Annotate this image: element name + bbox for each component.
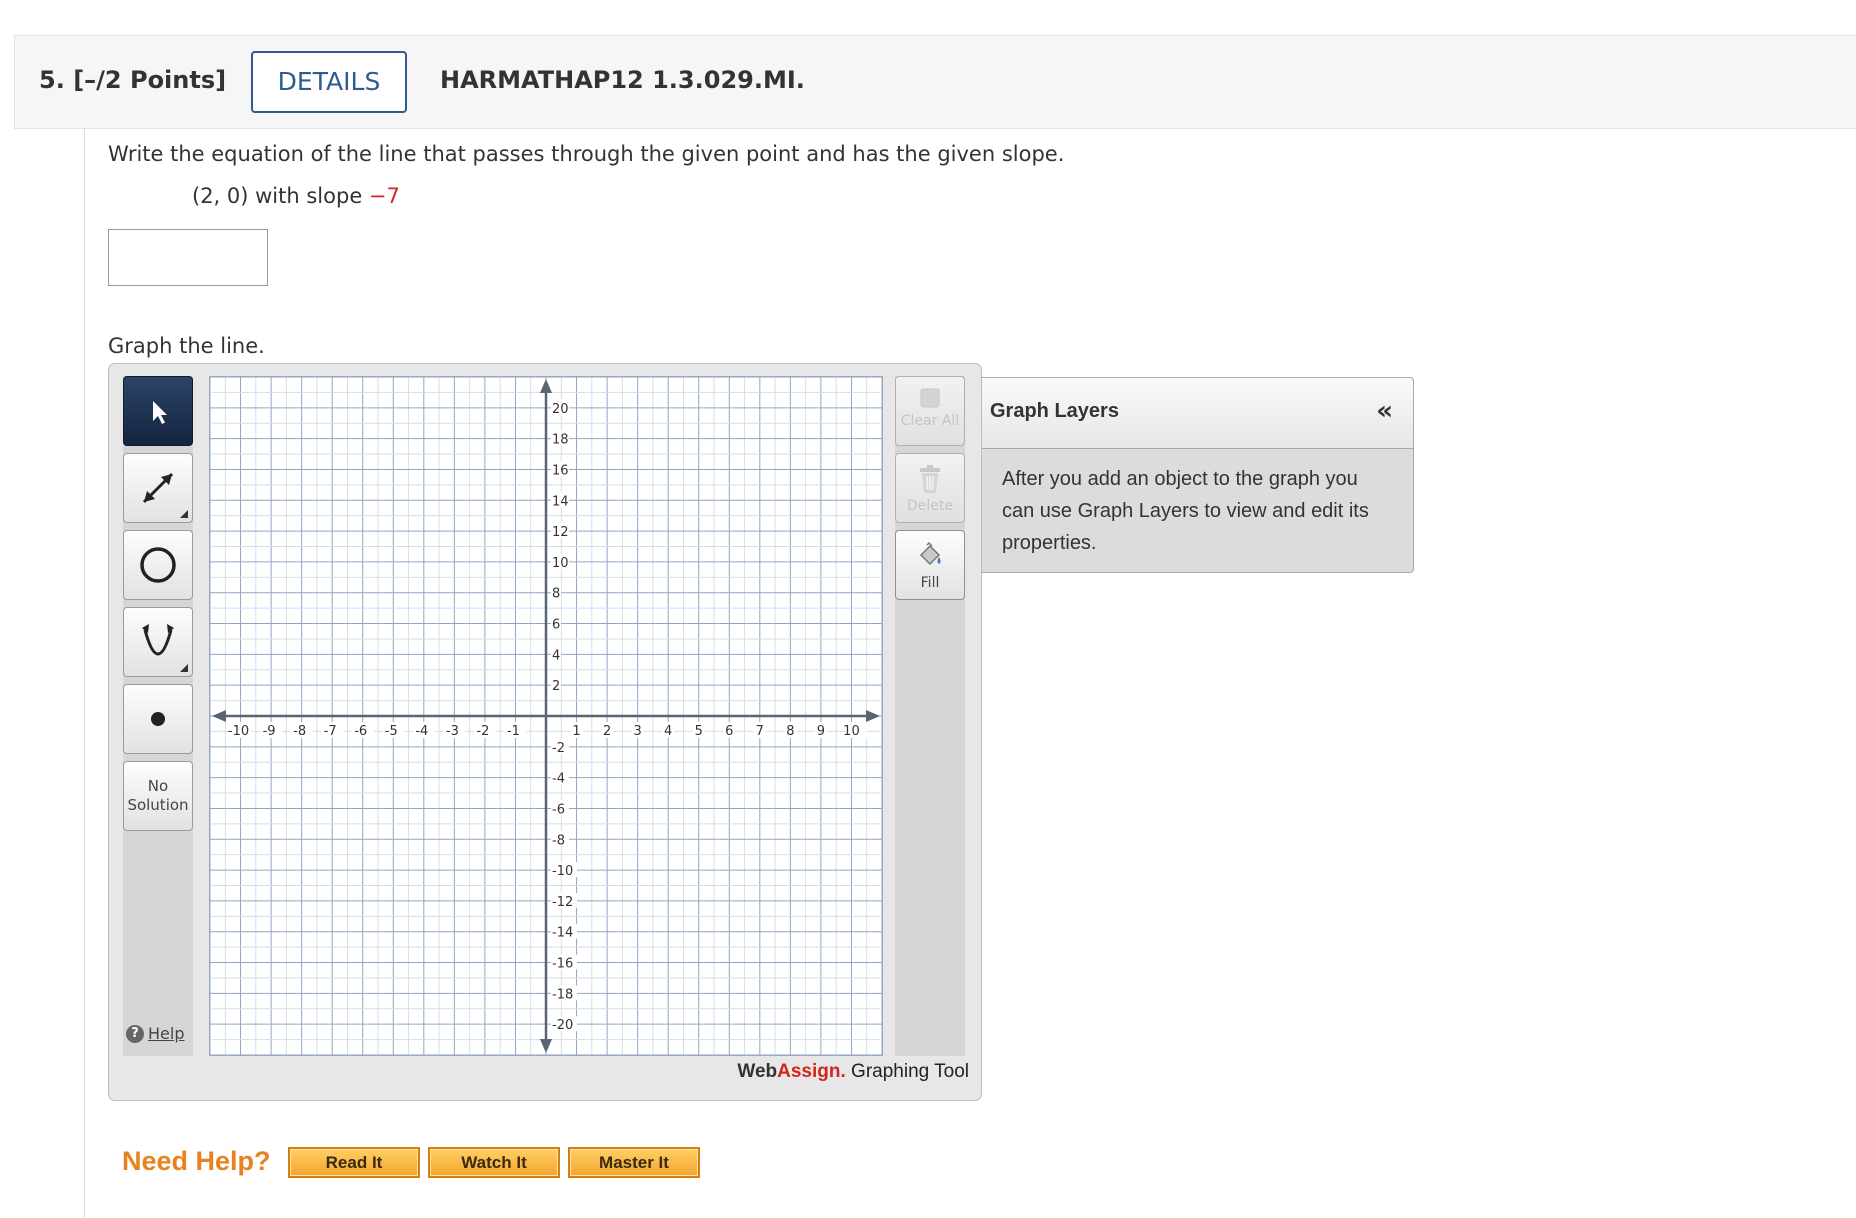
x-tick-label: 9 bbox=[817, 724, 825, 739]
x-tick-label: -10 bbox=[228, 724, 249, 739]
point-dot-icon bbox=[151, 712, 165, 726]
question-header: 5. [–/2 Points] DETAILS HARMATHAP12 1.3.… bbox=[14, 35, 1856, 129]
parabola-tool-button[interactable] bbox=[123, 607, 193, 677]
x-axis-arrow-right bbox=[866, 710, 880, 722]
need-help-label: Need Help? bbox=[122, 1146, 271, 1176]
y-tick-label: 4 bbox=[552, 648, 560, 663]
clear-all-button[interactable]: Clear All bbox=[895, 376, 965, 446]
y-tick-label: 20 bbox=[552, 402, 569, 417]
y-tick-label: -6 bbox=[552, 802, 565, 817]
y-tick-label: 12 bbox=[552, 525, 569, 540]
question-code: HARMATHAP12 1.3.029.MI. bbox=[440, 66, 805, 94]
watch-it-button[interactable]: Watch It bbox=[428, 1147, 560, 1178]
graph-layers-description: After you add an object to the graph you… bbox=[1002, 468, 1369, 554]
question-number: 5. [–/2 Points] bbox=[39, 66, 227, 94]
line-tool-button[interactable] bbox=[123, 453, 193, 523]
x-axis-arrow-left bbox=[212, 710, 226, 722]
clear-all-label: Clear All bbox=[900, 413, 960, 429]
graph-help-link[interactable]: ? Help bbox=[126, 1024, 184, 1043]
select-tool-button[interactable] bbox=[123, 376, 193, 446]
no-solution-label: No Solution bbox=[127, 777, 189, 814]
x-tick-label: -4 bbox=[415, 724, 428, 739]
x-tick-label: -5 bbox=[385, 724, 398, 739]
x-tick-label: -3 bbox=[446, 724, 459, 739]
help-link-label: Help bbox=[148, 1024, 185, 1043]
master-it-button[interactable]: Master It bbox=[568, 1147, 700, 1178]
x-tick-label: -1 bbox=[507, 724, 520, 739]
y-tick-label: -16 bbox=[552, 957, 573, 972]
y-tick-label: -4 bbox=[552, 772, 565, 787]
y-tick-label: 8 bbox=[552, 587, 560, 602]
points-label: [–/2 Points] bbox=[73, 66, 227, 94]
x-tick-label: 8 bbox=[786, 724, 794, 739]
no-solution-button[interactable]: No Solution bbox=[123, 761, 193, 831]
graph-layers-header: Graph Layers « bbox=[982, 378, 1413, 449]
y-axis-arrow-down bbox=[540, 1039, 552, 1053]
graphing-tool: No Solution ? Help -10 -9 -8 -7 -6 -5 -4 -3 -2 -1 1… bbox=[108, 363, 982, 1101]
x-tick-label: 1 bbox=[572, 724, 580, 739]
point-tool-button[interactable] bbox=[123, 684, 193, 754]
fill-bucket-icon bbox=[919, 541, 941, 566]
delete-label: Delete bbox=[907, 498, 953, 514]
graph-layers-panel: Graph Layers « After you add an object t… bbox=[982, 377, 1414, 573]
given-point-text: (2, 0) with slope −7 bbox=[192, 184, 400, 208]
help-question-icon: ? bbox=[126, 1024, 144, 1043]
x-tick-label: 3 bbox=[633, 724, 641, 739]
x-tick-label: 7 bbox=[756, 724, 764, 739]
fill-label: Fill bbox=[920, 575, 940, 591]
x-tick-label: -9 bbox=[263, 724, 276, 739]
x-tick-label: 6 bbox=[725, 724, 733, 739]
y-tick-label: 14 bbox=[552, 494, 569, 509]
fill-button[interactable]: Fill bbox=[895, 530, 965, 600]
x-tick-label: -2 bbox=[476, 724, 489, 739]
y-tick-label: -12 bbox=[552, 895, 573, 910]
y-tick-label: -8 bbox=[552, 833, 565, 848]
parabola-icon bbox=[142, 624, 174, 656]
graph-instruction: Graph the line. bbox=[108, 334, 265, 358]
delete-button[interactable]: Delete bbox=[895, 453, 965, 523]
webassign-branding: WebAssign. Graphing Tool bbox=[737, 1061, 969, 1082]
clear-all-icon bbox=[920, 388, 940, 408]
y-tick-label: 6 bbox=[552, 618, 560, 633]
y-tick-label: -2 bbox=[552, 741, 565, 756]
question-prompt: Write the equation of the line that pass… bbox=[108, 142, 1065, 166]
graph-canvas[interactable]: -10 -9 -8 -7 -6 -5 -4 -3 -2 -1 1 2 3 4 5 6 7 8 9 10 20 18 16 14… bbox=[209, 376, 883, 1056]
y-tick-label: -14 bbox=[552, 926, 573, 941]
y-axis-arrow-up bbox=[540, 379, 552, 393]
circle-tool-button[interactable] bbox=[123, 530, 193, 600]
x-tick-label: 4 bbox=[664, 724, 672, 739]
line-double-arrow-icon bbox=[142, 472, 174, 504]
x-tick-label: -8 bbox=[293, 724, 306, 739]
y-tick-label: 16 bbox=[552, 463, 569, 478]
slope-value: −7 bbox=[368, 184, 400, 208]
circle-icon bbox=[140, 547, 176, 583]
pointer-arrow-icon bbox=[153, 401, 167, 424]
x-tick-label: -6 bbox=[354, 724, 367, 739]
equation-answer-input[interactable] bbox=[108, 229, 268, 286]
y-tick-label: 18 bbox=[552, 433, 569, 448]
details-button[interactable]: DETAILS bbox=[251, 51, 407, 113]
trash-icon bbox=[920, 465, 940, 493]
x-tick-label: 2 bbox=[603, 724, 611, 739]
read-it-button[interactable]: Read It bbox=[288, 1147, 420, 1178]
y-tick-label: 10 bbox=[552, 556, 569, 571]
x-tick-label: 5 bbox=[695, 724, 703, 739]
x-tick-label: -7 bbox=[324, 724, 337, 739]
y-tick-label: 2 bbox=[552, 679, 560, 694]
x-tick-label: 10 bbox=[843, 724, 860, 739]
y-tick-label: -20 bbox=[552, 1018, 573, 1033]
collapse-icon[interactable]: « bbox=[1376, 396, 1393, 426]
y-tick-label: -18 bbox=[552, 987, 573, 1002]
y-tick-label: -10 bbox=[552, 864, 573, 879]
coordinate-grid[interactable]: -10 -9 -8 -7 -6 -5 -4 -3 -2 -1 1 2 3 4 5 6 7 8 9 1020181614… bbox=[209, 376, 883, 1056]
graph-layers-title: Graph Layers bbox=[990, 400, 1119, 422]
left-rule-divider bbox=[84, 129, 85, 1218]
